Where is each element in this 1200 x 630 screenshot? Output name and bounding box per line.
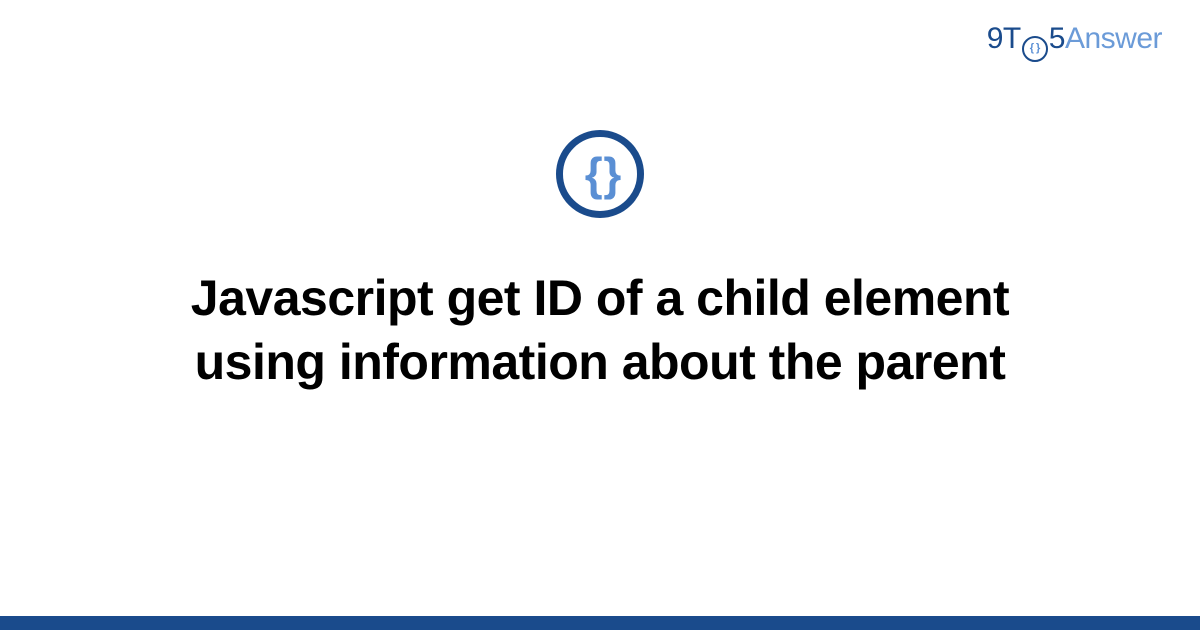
logo-text-5: 5 [1049,22,1065,56]
category-icon-circle: { } [556,130,644,218]
logo-circle-icon: { } [1022,36,1048,62]
logo-circle-braces: { } [1030,43,1040,54]
site-logo: 9T { } 5 Answer [987,22,1162,59]
logo-text-answer: Answer [1065,22,1162,56]
bottom-accent-bar [0,616,1200,630]
main-content: { } Javascript get ID of a child element… [0,130,1200,394]
logo-text-9t: 9T [987,22,1021,56]
page-title: Javascript get ID of a child element usi… [120,266,1080,394]
code-braces-icon: { } [585,151,616,197]
